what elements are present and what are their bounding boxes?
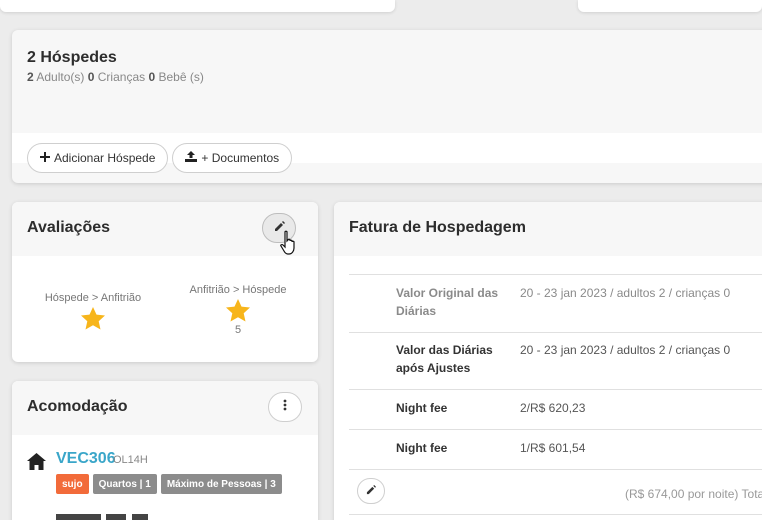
invoice-total: (R$ 674,00 por noite) Total <box>625 487 762 501</box>
ratings-title: Avaliações <box>27 219 111 236</box>
room-subcode: OL14H <box>113 454 148 466</box>
star-icon <box>81 307 105 330</box>
invoice-table: Valor Original das Diárias 20 - 23 jan 2… <box>349 274 762 470</box>
invoice-row: Valor das Diárias após Ajustes 20 - 23 j… <box>349 333 762 390</box>
guests-card: 2 Hóspedes 2 Adulto(s) 0 Crianças 0 Bebê… <box>12 30 762 183</box>
host-to-guest-rating: Anfitrião > Hóspede 5 <box>180 284 296 336</box>
invoice-row-label: Night fee <box>396 441 448 455</box>
cropped-text <box>56 514 206 520</box>
documents-button[interactable]: + Documentos <box>172 143 293 173</box>
invoice-row-value: 20 - 23 jan 2023 / adultos 2 / crianças … <box>520 286 731 300</box>
accommodation-title: Acomodação <box>27 398 128 415</box>
children-label: Crianças <box>97 70 146 84</box>
invoice-row-label: Valor Original das Diárias <box>396 286 499 318</box>
pencil-icon <box>366 482 376 500</box>
invoice-card: Fatura de Hospedagem Valor Original das … <box>334 202 762 520</box>
invoice-row: Night fee 1/R$ 601,54 <box>349 430 762 470</box>
guests-title: 2 Hóspedes <box>27 49 117 66</box>
top-bar-remnant <box>0 0 762 14</box>
invoice-row: Night fee 2/R$ 620,23 <box>349 390 762 430</box>
accommodation-menu-button[interactable] <box>268 392 302 422</box>
invoice-row: Valor Original das Diárias 20 - 23 jan 2… <box>349 275 762 333</box>
rooms-badge: Quartos | 1 <box>92 474 157 494</box>
status-badge: sujo <box>56 474 89 494</box>
star-icon <box>226 299 250 322</box>
invoice-row-label: Valor das Diárias após Ajustes <box>396 343 493 375</box>
hand-cursor-icon <box>280 230 295 255</box>
guest-to-host-rating: Hóspede > Anfitrião <box>34 292 152 330</box>
add-guest-button[interactable]: Adicionar Hóspede <box>27 143 169 173</box>
room-badges: sujo Quartos | 1 Máximo de Pessoas | 3 <box>56 474 282 494</box>
home-icon <box>27 453 46 470</box>
kebab-menu-icon <box>283 398 287 416</box>
divider <box>349 514 762 515</box>
invoice-row-label: Night fee <box>396 401 448 415</box>
plus-icon <box>40 151 50 165</box>
room-code-link[interactable]: VEC306 <box>56 450 116 468</box>
edit-invoice-button[interactable] <box>357 478 385 504</box>
host-to-guest-label: Anfitrião > Hóspede <box>189 284 287 296</box>
max-people-badge: Máximo de Pessoas | 3 <box>160 474 282 494</box>
invoice-footer: (R$ 674,00 por noite) Total <box>357 478 762 508</box>
adults-label: Adulto(s) <box>36 70 85 84</box>
top-bar-left <box>0 0 395 12</box>
children-count: 0 <box>87 70 95 84</box>
invoice-row-value: 2/R$ 620,23 <box>520 401 586 415</box>
invoice-row-value: 20 - 23 jan 2023 / adultos 2 / crianças … <box>520 343 731 357</box>
top-bar-right <box>578 0 762 12</box>
ratings-card: Avaliações Hóspede > Anfitrião Anfitrião… <box>12 202 318 362</box>
guest-to-host-label: Hóspede > Anfitrião <box>44 292 142 304</box>
guests-summary: 2 Adulto(s) 0 Crianças 0 Bebê (s) <box>27 70 204 84</box>
guests-actions: Adicionar Hóspede + Documentos <box>27 143 293 173</box>
add-guest-label: Adicionar Hóspede <box>54 151 156 165</box>
invoice-title: Fatura de Hospedagem <box>349 219 526 236</box>
upload-icon <box>185 151 198 165</box>
babies-count: 0 <box>148 70 156 84</box>
babies-label: Bebê (s) <box>158 70 204 84</box>
host-to-guest-count: 5 <box>234 324 242 336</box>
documents-label: + Documentos <box>201 151 280 165</box>
invoice-row-value: 1/R$ 601,54 <box>520 441 586 455</box>
accommodation-card: Acomodação VEC306 OL14H sujo Quartos | 1… <box>12 381 318 520</box>
adults-count: 2 <box>27 70 34 84</box>
